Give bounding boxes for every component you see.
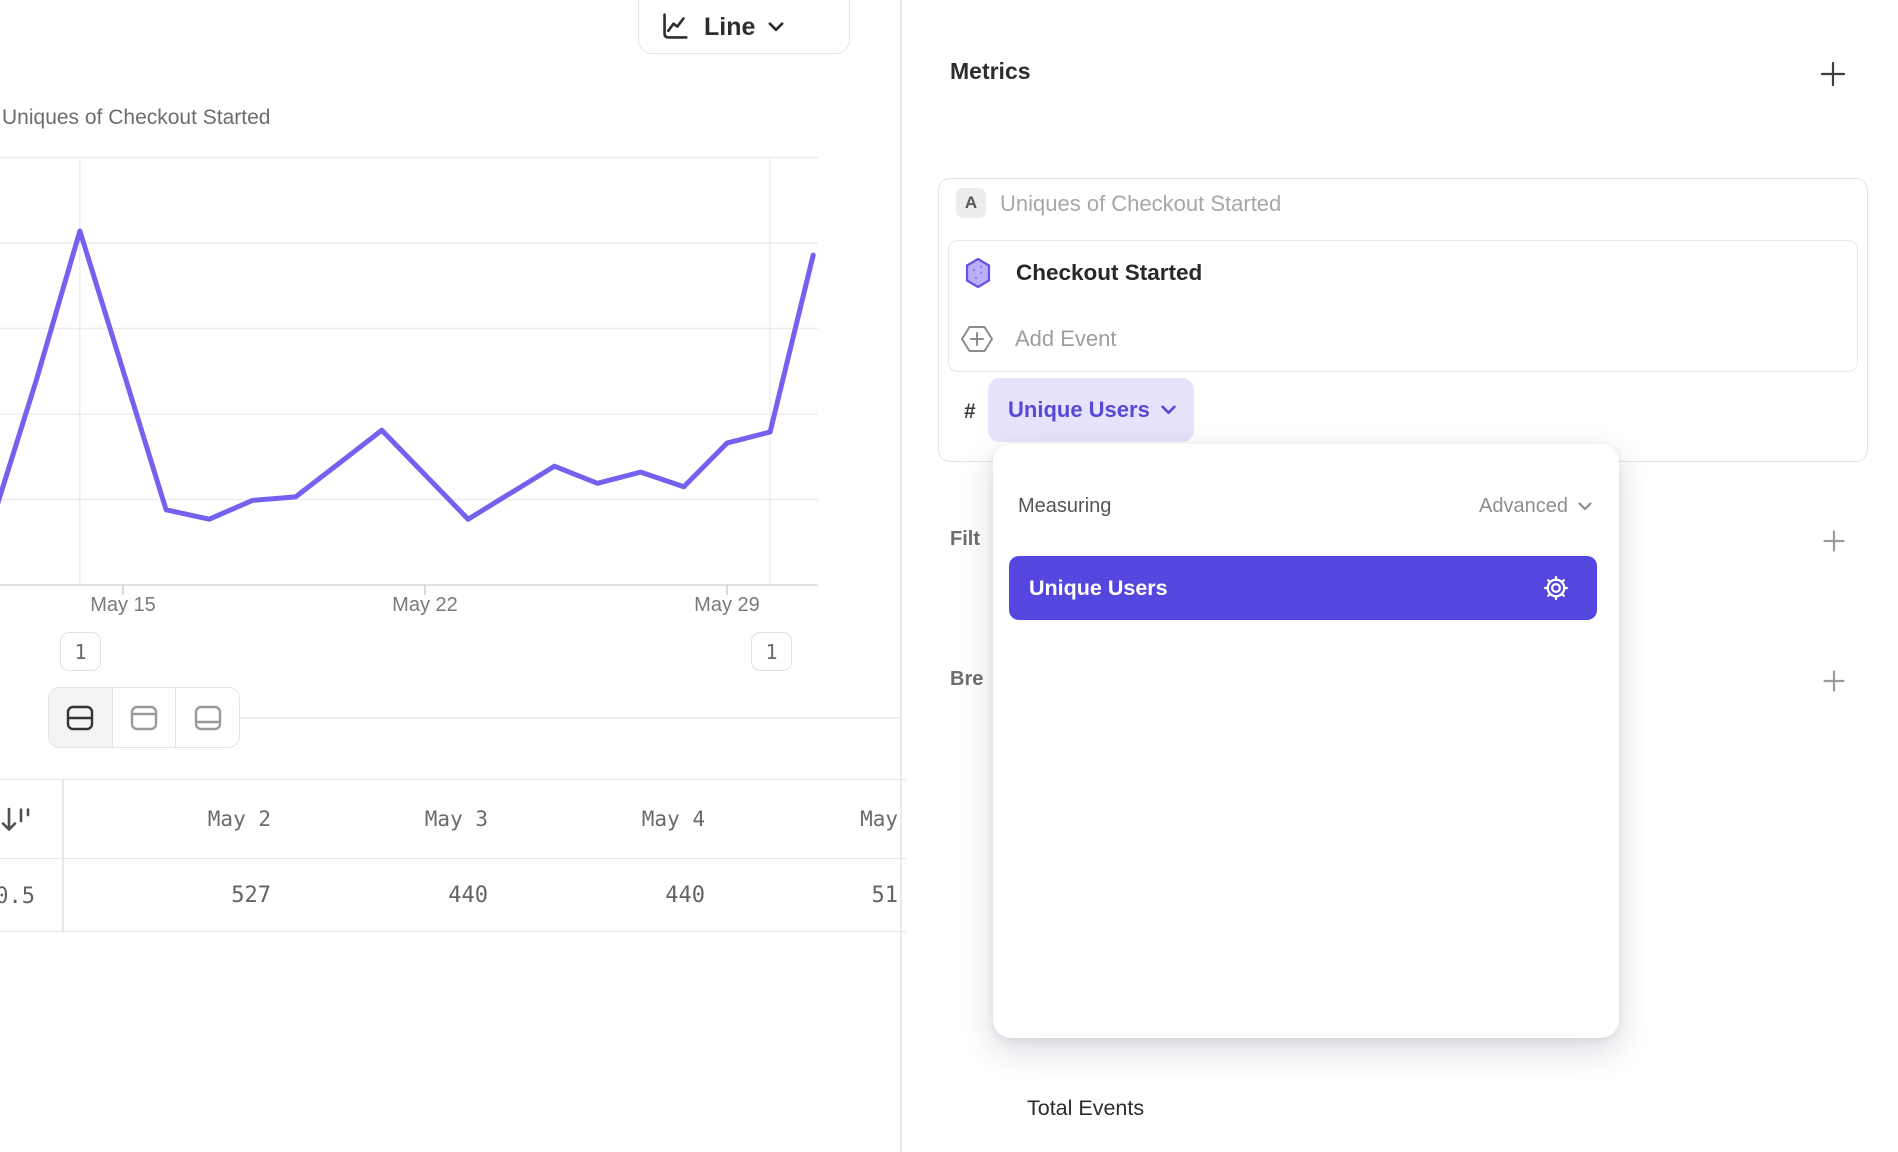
x-tick-label: May 15 — [63, 594, 183, 617]
dropdown-option-unique-users-selected[interactable]: Unique Users — [1009, 556, 1597, 620]
chart-type-label: Line — [704, 13, 755, 42]
plus-icon — [1821, 528, 1847, 554]
dropdown-options-list: Total EventsTotal SessionsFrequency per … — [993, 1068, 1619, 1152]
layout-toggle-group — [48, 687, 240, 748]
panel-divider — [900, 0, 902, 1152]
page-number: 1 — [765, 640, 777, 664]
measurement-type-symbol: # — [964, 400, 976, 424]
plus-icon — [1821, 668, 1847, 694]
bottom-row-icon — [194, 705, 222, 731]
split-rows-icon — [66, 705, 94, 731]
section-divider — [240, 717, 902, 719]
gear-icon[interactable] — [1541, 573, 1571, 603]
add-filter-button[interactable] — [1821, 528, 1847, 554]
advanced-toggle-label[interactable]: Advanced — [1479, 495, 1568, 518]
frozen-column-divider — [62, 779, 64, 931]
table-row: 0.552744044051 — [0, 861, 906, 932]
measuring-dropdown: Measuring Advanced Unique Users Total Ev… — [993, 444, 1619, 1038]
series-line — [0, 231, 813, 519]
add-metric-button[interactable] — [1818, 59, 1848, 89]
insights-report-view: Line Uniques of Checkout Started May 15 M… — [0, 0, 1898, 1152]
dropdown-option-total-events[interactable]: Total Events — [993, 1068, 1619, 1148]
sort-descending-icon[interactable] — [0, 800, 34, 840]
measuring-label: Measuring — [1018, 495, 1111, 518]
row-average-value: 0.5 — [0, 861, 35, 932]
add-event-hexagon-plus-icon — [960, 324, 994, 354]
table-cell: 51 — [713, 883, 906, 908]
x-tick-label: May 29 — [667, 594, 787, 617]
breakdown-section-title: Bre — [950, 668, 983, 691]
column-header[interactable]: May — [713, 807, 906, 831]
option-label: Total Events — [1027, 1096, 1580, 1121]
event-hexagon-icon — [964, 257, 992, 289]
chart-page-button-left[interactable]: 1 — [60, 632, 101, 671]
page-number: 1 — [74, 640, 86, 664]
layout-chart-only-button[interactable] — [113, 688, 177, 747]
measurement-chip[interactable]: Unique Users — [988, 378, 1194, 442]
dropdown-option-total-sessions[interactable]: Total Sessions — [993, 1148, 1619, 1152]
metric-card-title: Uniques of Checkout Started — [1000, 191, 1281, 217]
chevron-down-icon[interactable] — [1578, 502, 1592, 511]
row-label-cell: 0.5 — [0, 861, 62, 931]
column-header[interactable]: May 2 — [62, 807, 279, 831]
line-chart[interactable] — [0, 140, 824, 610]
table-cell: 440 — [496, 883, 713, 908]
x-tick-label: May 22 — [365, 594, 485, 617]
top-row-icon — [130, 705, 158, 731]
measuring-dropdown-header: Measuring Advanced — [993, 484, 1619, 528]
chevron-down-icon — [768, 22, 784, 32]
chart-title: Uniques of Checkout Started — [2, 106, 271, 130]
table-cell: 527 — [62, 883, 279, 908]
table-cell: 440 — [279, 883, 496, 908]
column-header[interactable]: May 3 — [279, 807, 496, 831]
event-row-checkout-started[interactable]: Checkout Started — [948, 240, 1858, 306]
metric-badge: A — [956, 188, 986, 218]
add-event-button[interactable]: Add Event — [948, 306, 1858, 372]
chart-type-button[interactable]: Line — [638, 0, 850, 54]
chart-page-button-right[interactable]: 1 — [751, 632, 792, 671]
event-name: Checkout Started — [1016, 260, 1202, 286]
table-header-row: May 2May 3May 4May — [0, 779, 906, 859]
measurement-chip-label: Unique Users — [1008, 397, 1150, 423]
column-header[interactable]: May 4 — [496, 807, 713, 831]
layout-split-view-button[interactable] — [49, 688, 113, 747]
layout-table-only-button[interactable] — [176, 688, 239, 747]
filter-section-title: Filt — [950, 528, 980, 551]
add-breakdown-button[interactable] — [1821, 668, 1847, 694]
line-chart-icon — [657, 10, 691, 44]
add-event-label: Add Event — [1015, 326, 1117, 352]
option-label: Unique Users — [1029, 576, 1541, 601]
plus-icon — [1818, 59, 1848, 89]
metrics-section-title: Metrics — [950, 58, 1031, 85]
chevron-down-icon — [1161, 405, 1176, 415]
